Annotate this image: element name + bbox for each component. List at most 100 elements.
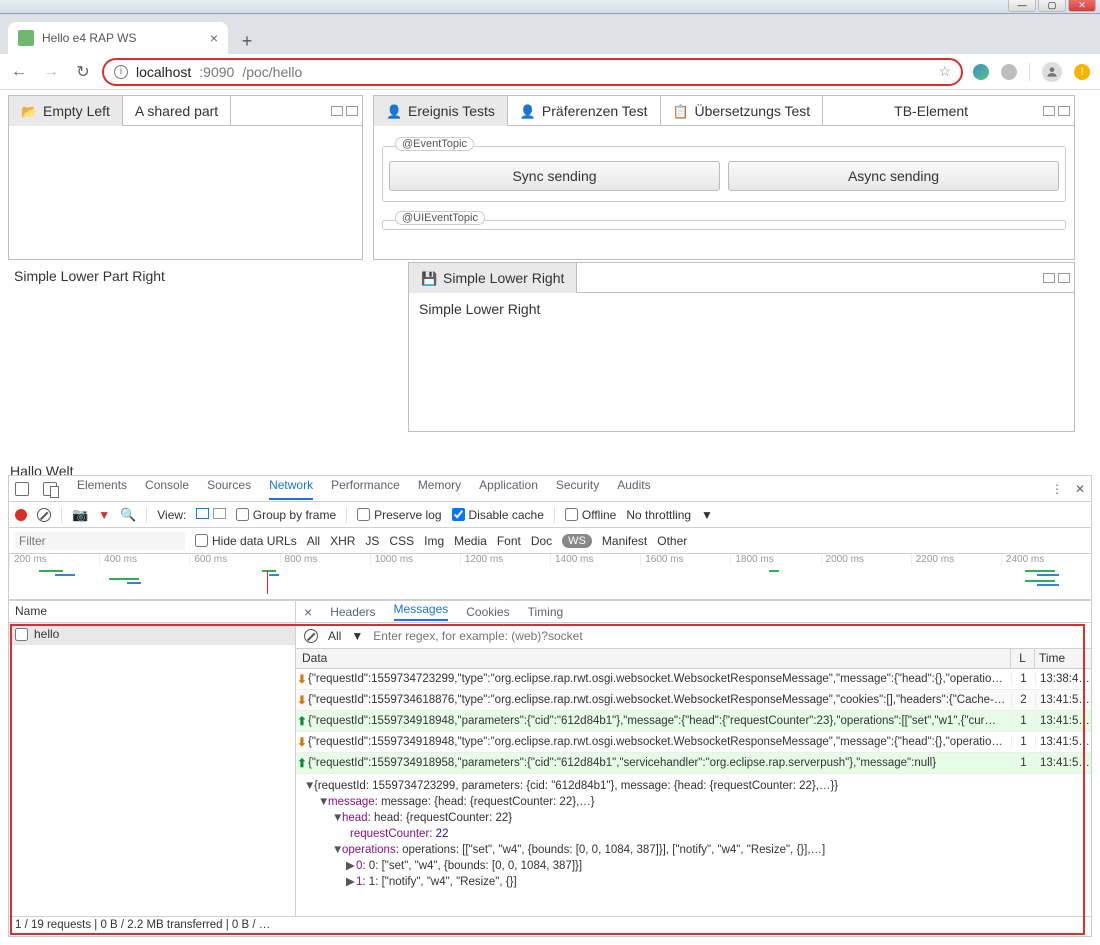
folder-icon xyxy=(21,103,37,119)
search-icon[interactable]: 🔍 xyxy=(120,507,136,523)
record-icon[interactable] xyxy=(15,509,27,521)
tab-close-icon[interactable]: × xyxy=(210,30,218,46)
devtools-tab-console[interactable]: Console xyxy=(145,478,189,500)
panel-left: Empty Left A shared part xyxy=(8,95,363,260)
name-column-header[interactable]: Name xyxy=(9,601,295,623)
minimize-icon[interactable] xyxy=(331,106,343,116)
message-row[interactable]: ⬆{"requestId":1559734918958,"parameters"… xyxy=(296,753,1091,774)
message-filter-all[interactable]: All ▼ xyxy=(328,629,363,643)
devtools-menu-icon[interactable]: ⋮ xyxy=(1051,482,1063,496)
view-small-icon[interactable] xyxy=(213,508,226,519)
window-maximize-button[interactable]: ▢ xyxy=(1038,0,1066,12)
type-filter-media[interactable]: Media xyxy=(454,534,487,548)
tab-shared-part[interactable]: A shared part xyxy=(123,96,231,126)
group-by-frame-checkbox[interactable]: Group by frame xyxy=(236,508,336,522)
clear-icon[interactable] xyxy=(37,508,51,522)
async-sending-button[interactable]: Async sending xyxy=(728,161,1059,191)
devtools-close-icon[interactable]: ✕ xyxy=(1075,482,1085,496)
devtools-tab-performance[interactable]: Performance xyxy=(331,478,400,500)
devtools-tab-elements[interactable]: Elements xyxy=(77,478,127,500)
reload-button[interactable]: ↻ xyxy=(74,62,92,82)
maximize-icon[interactable] xyxy=(346,106,358,116)
view-large-icon[interactable] xyxy=(196,508,209,519)
url-host: localhost xyxy=(136,64,191,80)
tab-praeferenzen[interactable]: Präferenzen Test xyxy=(508,96,661,126)
type-filter-ws[interactable]: WS xyxy=(562,534,592,548)
type-filter-all[interactable]: All xyxy=(307,534,320,548)
back-button[interactable]: ← xyxy=(10,63,28,81)
network-timeline[interactable]: 200 ms400 ms600 ms800 ms1000 ms1200 ms14… xyxy=(9,554,1091,600)
browser-tabstrip: Hello e4 RAP WS × + xyxy=(0,14,1100,54)
tab-empty-left[interactable]: Empty Left xyxy=(9,96,123,126)
message-row[interactable]: ⬆{"requestId":1559734918948,"parameters"… xyxy=(296,711,1091,732)
clear-messages-icon[interactable] xyxy=(304,629,318,643)
type-filter-xhr[interactable]: XHR xyxy=(330,534,355,548)
forward-button[interactable]: → xyxy=(42,63,60,81)
extension-icon[interactable] xyxy=(1001,64,1017,80)
request-row-hello[interactable]: hello xyxy=(9,623,295,645)
window-close-button[interactable]: ✕ xyxy=(1068,0,1096,12)
panel-right: Ereignis Tests Präferenzen Test Übersetz… xyxy=(373,95,1075,260)
capture-icon[interactable]: 📷 xyxy=(72,507,88,523)
minimize-icon[interactable] xyxy=(1043,273,1055,283)
type-filter-doc[interactable]: Doc xyxy=(531,534,552,548)
device-toggle-icon[interactable] xyxy=(43,482,57,496)
maximize-icon[interactable] xyxy=(1058,273,1070,283)
app-upper: Empty Left A shared part Ereignis Tests … xyxy=(0,90,1100,260)
msg-tab-timing[interactable]: Timing xyxy=(528,605,564,619)
msg-tab-cookies[interactable]: Cookies xyxy=(466,605,509,619)
devtools-tab-memory[interactable]: Memory xyxy=(418,478,461,500)
hide-data-urls-checkbox[interactable]: Hide data URLs xyxy=(195,534,297,548)
status-bar: 1 / 19 requests | 0 B / 2.2 MB transferr… xyxy=(9,916,1091,936)
devtools-tab-sources[interactable]: Sources xyxy=(207,478,251,500)
disable-cache-checkbox[interactable]: Disable cache xyxy=(452,508,544,522)
separator xyxy=(1029,63,1030,81)
profile-avatar[interactable] xyxy=(1042,62,1062,82)
offline-checkbox[interactable]: Offline xyxy=(565,508,616,522)
browser-tab[interactable]: Hello e4 RAP WS × xyxy=(8,22,228,54)
type-filter-img[interactable]: Img xyxy=(424,534,444,548)
msg-tab-headers[interactable]: Headers xyxy=(330,605,375,619)
message-tree[interactable]: ▼{requestId: 1559734723299, parameters: … xyxy=(296,774,1091,894)
message-row[interactable]: ⬇{"requestId":1559734618876,"type":"org.… xyxy=(296,690,1091,711)
devtools-tab-security[interactable]: Security xyxy=(556,478,599,500)
message-row[interactable]: ⬇{"requestId":1559734918948,"type":"org.… xyxy=(296,732,1091,753)
type-filter-font[interactable]: Font xyxy=(497,534,521,548)
panel-tools xyxy=(327,106,362,116)
menu-warning-icon[interactable]: ! xyxy=(1074,64,1090,80)
maximize-icon[interactable] xyxy=(1058,106,1070,116)
devtools-tab-application[interactable]: Application xyxy=(479,478,538,500)
legend-uieventtopic: @UIEventTopic xyxy=(395,211,485,225)
tb-element-label: TB-Element xyxy=(882,103,980,119)
sync-sending-button[interactable]: Sync sending xyxy=(389,161,720,191)
bookmark-icon[interactable]: ☆ xyxy=(938,63,951,80)
type-filter-js[interactable]: JS xyxy=(365,534,379,548)
close-messages-icon[interactable]: × xyxy=(304,604,312,620)
new-tab-button[interactable]: + xyxy=(234,28,260,54)
messages-header: Data L Time xyxy=(296,649,1091,669)
throttling-select[interactable]: No throttling ▼ xyxy=(626,508,713,522)
devtools-tab-audits[interactable]: Audits xyxy=(617,478,650,500)
window-minimize-button[interactable]: — xyxy=(1008,0,1036,12)
panel-tools xyxy=(1039,273,1074,283)
filter-types: All XHR JS CSS Img Media Font Doc WS Manifest Othe… xyxy=(307,534,688,548)
tab-uebersetzungs[interactable]: Übersetzungs Test xyxy=(661,96,824,126)
devtools-tab-network[interactable]: Network xyxy=(269,478,313,500)
message-regex-input[interactable] xyxy=(373,629,693,643)
preserve-log-checkbox[interactable]: Preserve log xyxy=(357,508,441,522)
minimize-icon[interactable] xyxy=(1043,106,1055,116)
tab-ereignis[interactable]: Ereignis Tests xyxy=(374,96,508,126)
type-filter-manifest[interactable]: Manifest xyxy=(602,534,647,548)
filter-toggle-icon[interactable]: ▼ xyxy=(98,508,110,522)
message-row[interactable]: ⬇{"requestId":1559734723299,"type":"org.… xyxy=(296,669,1091,690)
inspect-icon[interactable] xyxy=(15,482,29,496)
extension-icon[interactable] xyxy=(973,64,989,80)
site-info-icon[interactable]: i xyxy=(114,65,128,79)
type-filter-css[interactable]: CSS xyxy=(389,534,414,548)
type-filter-other[interactable]: Other xyxy=(657,534,687,548)
msg-tab-messages[interactable]: Messages xyxy=(394,602,449,621)
address-bar[interactable]: i localhost:9090/poc/hello ☆ xyxy=(102,58,963,86)
filter-input[interactable] xyxy=(15,532,185,550)
window-titlebar: — ▢ ✕ xyxy=(0,0,1100,14)
tab-simple-lower-right[interactable]: Simple Lower Right xyxy=(409,263,577,293)
